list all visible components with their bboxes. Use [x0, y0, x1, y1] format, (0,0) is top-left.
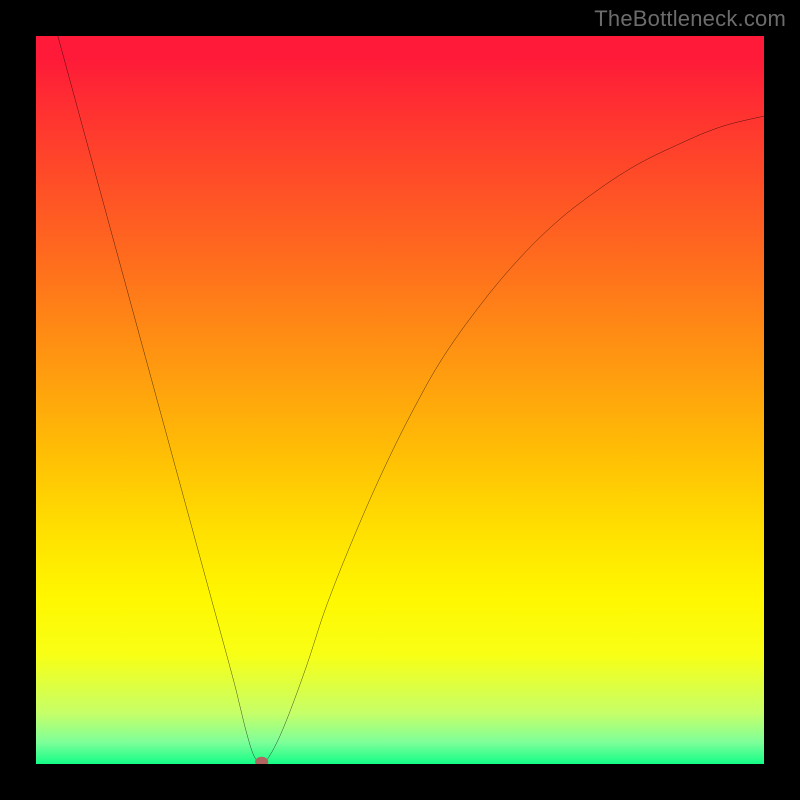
minimum-marker: [255, 757, 268, 764]
chart-frame: TheBottleneck.com: [0, 0, 800, 800]
watermark-text: TheBottleneck.com: [594, 6, 786, 32]
curve-svg: [36, 36, 764, 764]
bottleneck-curve: [58, 36, 764, 762]
plot-area: [36, 36, 764, 764]
